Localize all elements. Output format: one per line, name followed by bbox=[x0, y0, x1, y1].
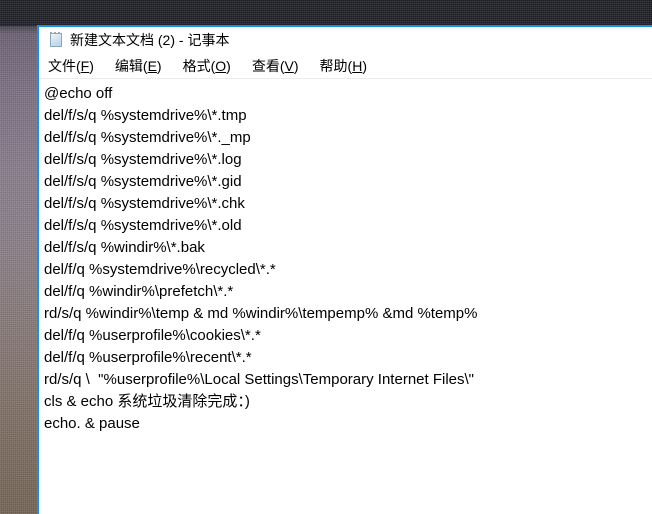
text-editor-area[interactable]: @echo off del/f/s/q %systemdrive%\*.tmp … bbox=[39, 79, 652, 513]
text-line: rd/s/q %windir%\temp & md %windir%\tempe… bbox=[44, 305, 478, 322]
text-line: del/f/q %userprofile%\recent\*.* bbox=[44, 349, 252, 366]
text-line: del/f/s/q %systemdrive%\*.chk bbox=[44, 195, 245, 212]
notepad-window: 新建文本文档 (2) - 记事本 文件(F) 编辑(E) 格式(O) 查看(V)… bbox=[37, 25, 652, 514]
menu-item-file[interactable]: 文件(F) bbox=[48, 57, 94, 75]
text-line: del/f/s/q %systemdrive%\*._mp bbox=[44, 129, 251, 146]
text-line: del/f/q %windir%\prefetch\*.* bbox=[44, 283, 234, 300]
text-line: @echo off bbox=[44, 85, 113, 102]
text-line: del/f/q %userprofile%\cookies\*.* bbox=[44, 327, 261, 344]
menu-item-help[interactable]: 帮助(H) bbox=[320, 57, 367, 75]
text-line: del/f/s/q %systemdrive%\*.gid bbox=[44, 173, 242, 190]
text-line: cls & echo 系统垃圾清除完成：) bbox=[44, 393, 250, 410]
desktop-top-band bbox=[0, 0, 652, 26]
menu-bar: 文件(F) 编辑(E) 格式(O) 查看(V) 帮助(H) bbox=[39, 53, 652, 78]
desktop-top-band-texture bbox=[0, 0, 652, 26]
window-title: 新建文本文档 (2) - 记事本 bbox=[70, 32, 230, 48]
menu-item-format[interactable]: 格式(O) bbox=[183, 57, 231, 75]
text-line: del/f/q %systemdrive%\recycled\*.* bbox=[44, 261, 276, 278]
menu-item-edit[interactable]: 编辑(E) bbox=[115, 57, 162, 75]
text-line: del/f/s/q %systemdrive%\*.tmp bbox=[44, 107, 247, 124]
menu-item-view[interactable]: 查看(V) bbox=[252, 57, 299, 75]
title-bar[interactable]: 新建文本文档 (2) - 记事本 bbox=[39, 27, 652, 53]
text-line: echo. & pause bbox=[44, 415, 140, 432]
text-line: rd/s/q \ "%userprofile%\Local Settings\T… bbox=[44, 371, 474, 388]
notepad-icon bbox=[48, 32, 64, 48]
text-line: del/f/s/q %windir%\*.bak bbox=[44, 239, 205, 256]
text-line: del/f/s/q %systemdrive%\*.old bbox=[44, 217, 242, 234]
notepad-icon-page bbox=[50, 33, 62, 47]
text-line: del/f/s/q %systemdrive%\*.log bbox=[44, 151, 242, 168]
